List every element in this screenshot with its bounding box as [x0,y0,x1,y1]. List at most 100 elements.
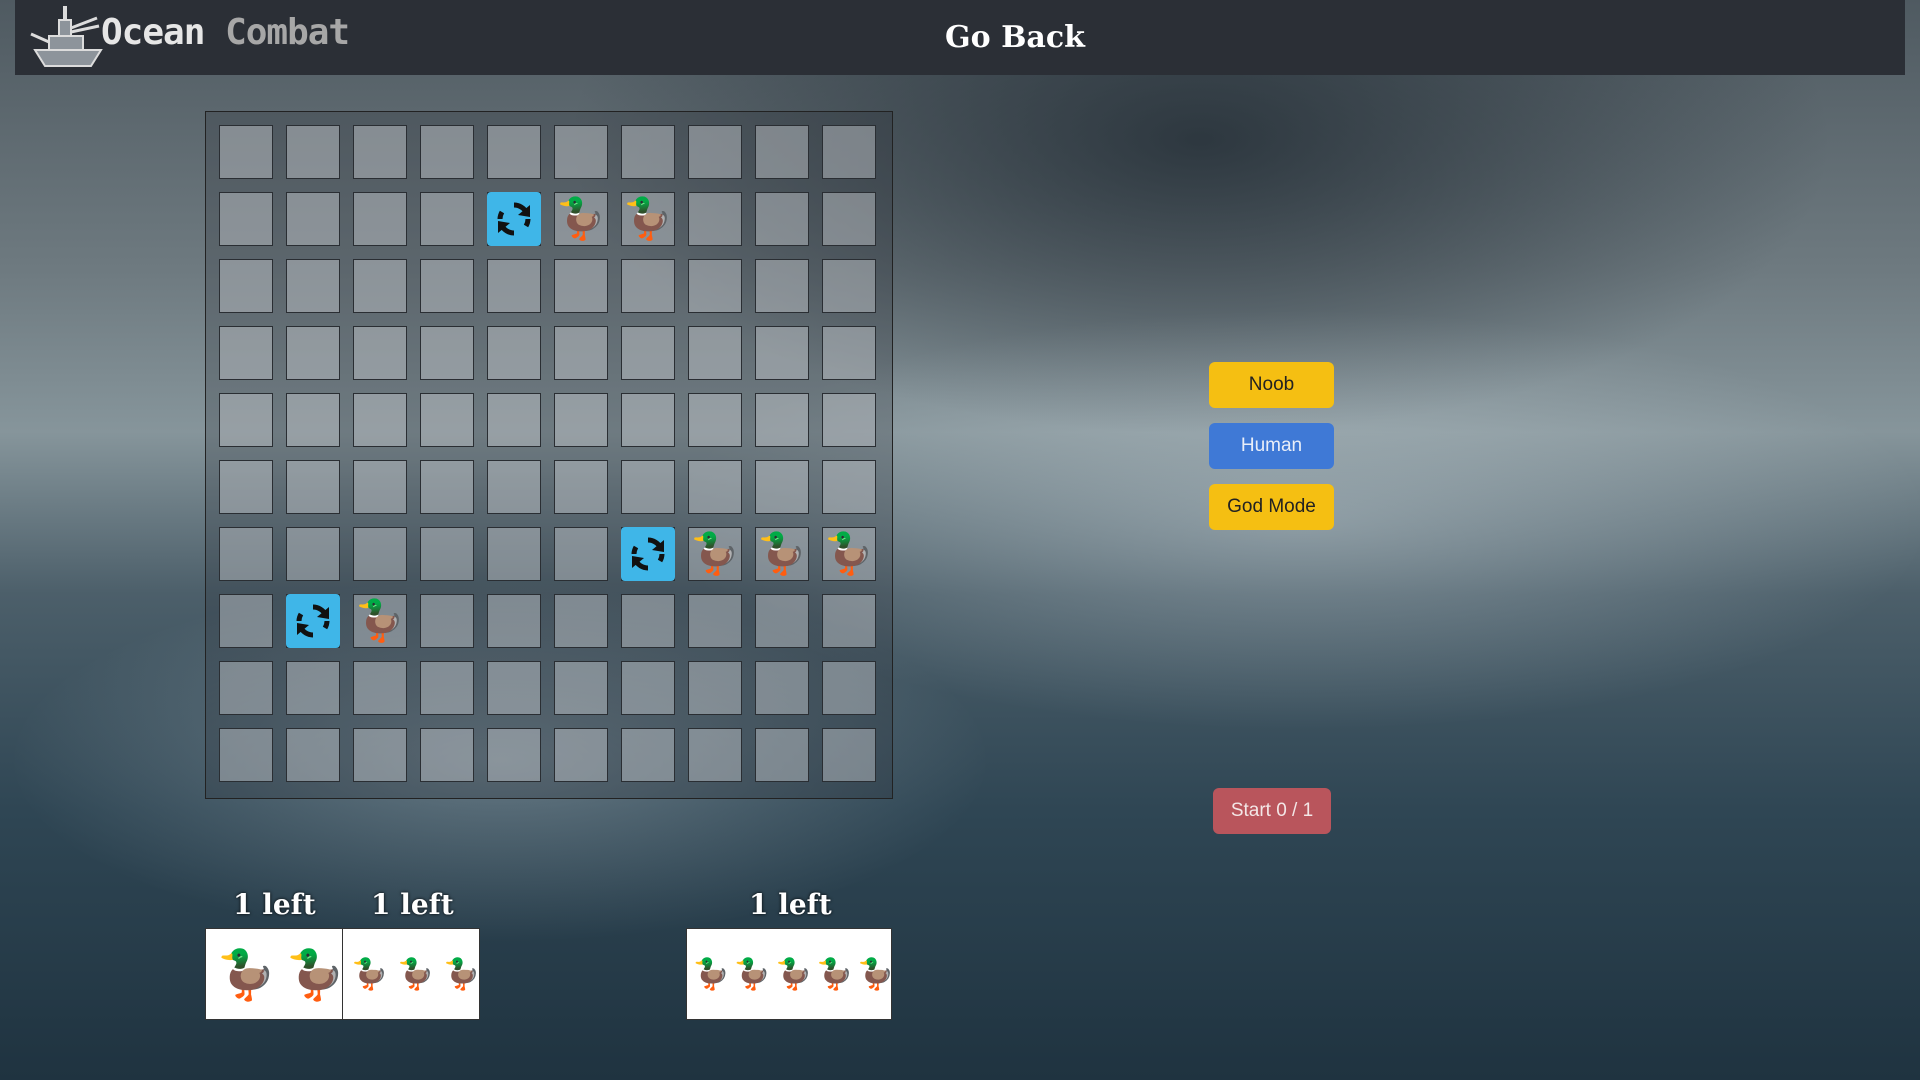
board-cell[interactable] [286,661,340,715]
board-cell[interactable] [286,192,340,246]
board-cell[interactable] [822,460,876,514]
board-cell[interactable] [353,326,407,380]
board-cell[interactable] [286,527,340,581]
board-cell[interactable] [353,192,407,246]
board-cell[interactable] [420,728,474,782]
board-cell[interactable] [688,594,742,648]
board-cell[interactable] [688,259,742,313]
board-cell[interactable] [688,661,742,715]
board-cell[interactable] [621,728,675,782]
board-cell[interactable] [286,326,340,380]
board-cell[interactable] [353,393,407,447]
ship-tray-2[interactable]: 🦆 🦆 [205,928,345,1020]
board-cell[interactable] [755,192,809,246]
board-cell[interactable] [621,460,675,514]
board-cell[interactable] [286,728,340,782]
board-cell[interactable] [688,728,742,782]
board-cell[interactable] [487,728,541,782]
board-cell[interactable] [755,728,809,782]
board-cell[interactable] [219,460,273,514]
board-cell[interactable] [822,594,876,648]
board-cell[interactable] [353,460,407,514]
board-cell[interactable] [219,192,273,246]
board-cell[interactable] [219,728,273,782]
board-cell[interactable] [755,393,809,447]
board-cell[interactable] [487,661,541,715]
board-cell[interactable] [822,326,876,380]
board-cell[interactable] [420,259,474,313]
board-cell[interactable] [286,393,340,447]
board-cell[interactable] [487,326,541,380]
board-cell[interactable] [688,125,742,179]
board-cell[interactable] [420,393,474,447]
noob-button[interactable]: Noob [1209,362,1334,408]
board-cell[interactable] [353,259,407,313]
ship-tray-3[interactable]: 🦆 🦆 🦆 [342,928,480,1020]
board-cell[interactable] [353,125,407,179]
board-cell[interactable] [219,594,273,648]
start-button[interactable]: Start 0 / 1 [1213,788,1331,834]
board-cell[interactable] [688,326,742,380]
board-cell[interactable] [487,460,541,514]
board-cell[interactable] [219,527,273,581]
board-cell[interactable] [755,326,809,380]
rotate-icon[interactable] [286,594,340,648]
ship-tray-5[interactable]: 🦆 🦆 🦆 🦆 🦆 [686,928,895,1020]
board-cell[interactable] [219,259,273,313]
board-cell[interactable] [420,661,474,715]
board-cell[interactable] [219,393,273,447]
board-cell[interactable] [621,594,675,648]
board-cell[interactable] [822,192,876,246]
board-cell[interactable] [286,125,340,179]
board-cell[interactable] [822,661,876,715]
board-cell[interactable] [487,259,541,313]
board-cell[interactable] [688,393,742,447]
board-cell[interactable] [286,259,340,313]
human-button[interactable]: Human [1209,423,1334,469]
board-cell[interactable] [219,125,273,179]
board-cell[interactable] [621,125,675,179]
rotate-icon[interactable] [487,192,541,246]
board-cell[interactable] [554,594,608,648]
board-cell[interactable] [755,594,809,648]
board-cell[interactable] [621,326,675,380]
board-cell[interactable] [219,661,273,715]
board-cell[interactable] [219,326,273,380]
board-cell[interactable] [554,661,608,715]
board-cell[interactable] [554,460,608,514]
rotate-icon[interactable] [621,527,675,581]
board-cell[interactable] [420,125,474,179]
board-cell[interactable] [420,192,474,246]
game-board[interactable]: 🦆 🦆 🦆 🦆 🦆 🦆 [205,111,893,799]
board-cell[interactable] [420,460,474,514]
board-cell[interactable] [621,661,675,715]
board-cell[interactable] [554,527,608,581]
board-cell[interactable] [755,460,809,514]
board-cell[interactable] [688,460,742,514]
god-mode-button[interactable]: God Mode [1209,484,1334,530]
board-cell[interactable] [554,728,608,782]
board-cell[interactable] [420,527,474,581]
board-cell[interactable] [554,393,608,447]
board-cell[interactable] [487,527,541,581]
go-back-link[interactable]: Go Back [945,20,1085,55]
board-cell[interactable] [554,125,608,179]
board-cell[interactable] [822,728,876,782]
board-cell[interactable] [755,661,809,715]
board-cell[interactable] [286,460,340,514]
board-cell[interactable] [822,393,876,447]
board-cell[interactable] [353,728,407,782]
board-cell[interactable] [755,259,809,313]
board-cell[interactable] [420,594,474,648]
board-cell[interactable] [554,259,608,313]
board-cell[interactable] [487,594,541,648]
board-cell[interactable] [487,125,541,179]
board-cell[interactable] [688,192,742,246]
board-cell[interactable] [353,661,407,715]
board-cell[interactable] [353,527,407,581]
board-cell[interactable] [487,393,541,447]
board-cell[interactable] [621,259,675,313]
board-cell[interactable] [755,125,809,179]
board-cell[interactable] [621,393,675,447]
board-cell[interactable] [420,326,474,380]
